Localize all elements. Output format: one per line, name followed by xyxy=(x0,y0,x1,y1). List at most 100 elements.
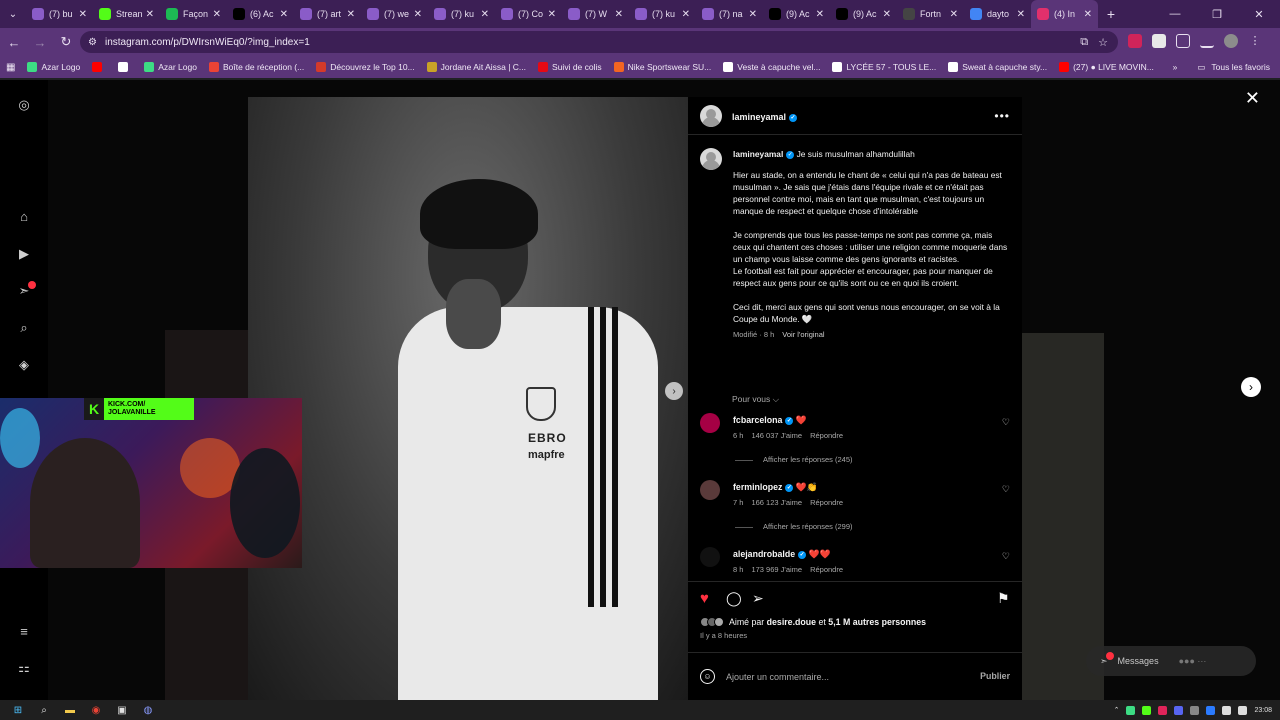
carousel-next-button[interactable]: › xyxy=(665,382,683,400)
messages-button[interactable]: ➣ Messages ●●● ··· xyxy=(1086,646,1256,676)
extension-red-icon[interactable] xyxy=(1128,34,1142,48)
more-apps-icon[interactable]: ⚏ xyxy=(16,660,32,676)
browser-tab[interactable]: Fortn ✕ xyxy=(897,0,964,28)
terminal-icon[interactable]: ▣ xyxy=(114,702,130,718)
comment-likes[interactable]: 166 123 J'aime xyxy=(751,498,802,507)
author-username[interactable]: lamineyamal ✓ xyxy=(732,112,798,122)
tray-app-icon[interactable] xyxy=(1142,705,1152,715)
commenter-username[interactable]: ferminlopez ✓ ❤️👏 xyxy=(733,482,818,493)
close-window-button[interactable]: ✕ xyxy=(1238,0,1280,28)
liked-by-others[interactable]: 5,1 M autres personnes xyxy=(828,617,926,627)
comment-input[interactable] xyxy=(726,669,956,685)
bookmark-item[interactable]: Azar Logo xyxy=(27,62,80,72)
bookmark-item[interactable]: Azar Logo xyxy=(144,62,197,72)
tab-close-icon[interactable]: ✕ xyxy=(280,9,288,20)
bookmark-item[interactable]: Veste à capuche vel... xyxy=(723,62,820,72)
chrome-icon[interactable]: ◉ xyxy=(88,702,104,718)
browser-tab[interactable]: (6) Ac ✕ xyxy=(227,0,294,28)
tab-close-icon[interactable]: ✕ xyxy=(749,9,757,20)
bookmark-item[interactable] xyxy=(92,62,106,72)
publish-button[interactable]: Publier xyxy=(980,671,1010,681)
bookmark-item[interactable]: Sweat à capuche sty... xyxy=(948,62,1047,72)
emoji-icon[interactable]: ☺ xyxy=(700,669,715,684)
apps-grid-icon[interactable]: ▦ xyxy=(6,62,15,73)
comment-like-icon[interactable]: ♡ xyxy=(1002,551,1010,562)
browser-tab[interactable]: (7) na ✕ xyxy=(696,0,763,28)
home-icon[interactable]: ⌂ xyxy=(16,208,32,224)
minimize-button[interactable]: — xyxy=(1154,0,1196,28)
commenter-avatar[interactable] xyxy=(700,413,720,433)
search-icon[interactable]: ⌕ xyxy=(36,702,52,718)
view-replies-button[interactable]: Afficher les réponses (299) xyxy=(735,522,853,531)
tab-close-icon[interactable]: ✕ xyxy=(548,9,556,20)
bookmark-item[interactable] xyxy=(118,62,132,72)
browser-tab[interactable]: (7) ku ✕ xyxy=(428,0,495,28)
tab-close-icon[interactable]: ✕ xyxy=(615,9,623,20)
browser-tab[interactable]: (7) ku ✕ xyxy=(629,0,696,28)
reload-button[interactable]: ↻ xyxy=(54,30,78,54)
reels-icon[interactable]: ▶ xyxy=(16,246,32,262)
liked-by-user[interactable]: desire.doue xyxy=(767,617,816,627)
tab-close-icon[interactable]: ✕ xyxy=(146,9,154,20)
tab-close-icon[interactable]: ✕ xyxy=(347,9,355,20)
caption-username[interactable]: lamineyamal xyxy=(733,149,783,159)
view-replies-button[interactable]: Afficher les réponses (245) xyxy=(735,455,853,464)
tray-app-icon[interactable] xyxy=(1174,705,1184,715)
tab-close-icon[interactable]: ✕ xyxy=(682,9,690,20)
comment-likes[interactable]: 173 969 J'aime xyxy=(751,565,802,574)
bookmark-star-icon[interactable]: ☆ xyxy=(1098,36,1108,49)
bookmark-item[interactable]: Suivi de colis xyxy=(538,62,602,72)
new-tab-button[interactable]: + xyxy=(1098,0,1124,28)
next-post-button[interactable]: › xyxy=(1241,377,1261,397)
close-icon[interactable]: ✕ xyxy=(1245,88,1260,109)
commenter-username[interactable]: alejandrobalde ✓ ❤️❤️ xyxy=(733,549,830,560)
clock[interactable]: 23:08 xyxy=(1254,707,1272,714)
tray-app-icon[interactable] xyxy=(1190,705,1200,715)
reply-button[interactable]: Répondre xyxy=(810,565,843,574)
bookmark-item[interactable]: Jordane Ait Aissa | C... xyxy=(426,62,526,72)
comment-icon[interactable]: ◯ xyxy=(726,590,742,607)
comment-sort-dropdown[interactable]: Pour vous ⌵ xyxy=(732,394,779,405)
reply-button[interactable]: Répondre xyxy=(810,498,843,507)
profile-avatar[interactable] xyxy=(1224,34,1238,48)
tab-close-icon[interactable]: ✕ xyxy=(883,9,891,20)
windows-start-icon[interactable]: ⊞ xyxy=(10,702,26,718)
share-icon[interactable]: ➢ xyxy=(752,590,764,607)
tab-close-icon[interactable]: ✕ xyxy=(1084,9,1092,20)
file-explorer-icon[interactable]: ▬ xyxy=(62,702,78,718)
search-icon[interactable]: ⌕ xyxy=(16,320,32,336)
explore-icon[interactable]: ◈ xyxy=(16,357,32,373)
tab-close-icon[interactable]: ✕ xyxy=(213,9,221,20)
tab-close-icon[interactable]: ✕ xyxy=(414,9,422,20)
browser-tab[interactable]: dayto ✕ xyxy=(964,0,1031,28)
bookmark-item[interactable]: Nike Sportswear SU... xyxy=(613,62,711,72)
install-app-icon[interactable]: ⧉ xyxy=(1080,36,1088,49)
bookmark-item[interactable]: Boîte de réception (... xyxy=(208,62,304,72)
browser-tab[interactable]: (7) bu ✕ xyxy=(26,0,93,28)
comment-like-icon[interactable]: ♡ xyxy=(1002,484,1010,495)
commenter-avatar[interactable] xyxy=(700,547,720,567)
tray-chevron-icon[interactable]: ⌃ xyxy=(1114,706,1120,714)
menu-kebab-icon[interactable]: ⋮ xyxy=(1248,34,1262,48)
browser-tab[interactable]: (7) we ✕ xyxy=(361,0,428,28)
extension-white-icon[interactable] xyxy=(1152,34,1166,48)
instagram-logo-icon[interactable]: ◎ xyxy=(16,97,32,113)
bookmark-item[interactable]: Découvrez le Top 10... xyxy=(316,62,415,72)
puzzle-icon[interactable] xyxy=(1176,34,1190,48)
browser-tab[interactable]: Strean ✕ xyxy=(93,0,160,28)
browser-tab[interactable]: (7) art ✕ xyxy=(294,0,361,28)
volume-icon[interactable] xyxy=(1238,705,1248,715)
reply-button[interactable]: Répondre xyxy=(810,431,843,440)
browser-tab[interactable]: (9) Ac ✕ xyxy=(763,0,830,28)
forward-button[interactable]: → xyxy=(28,30,52,54)
save-bookmark-icon[interactable]: ⚑ xyxy=(997,590,1010,607)
tab-close-icon[interactable]: ✕ xyxy=(816,9,824,20)
bookmark-item[interactable]: (27) ● LIVE MOVIN... xyxy=(1059,62,1154,72)
like-heart-icon[interactable]: ♥ xyxy=(700,590,709,607)
address-bar[interactable]: ⚙ instagram.com/p/DWIrsnWiEq0/?img_index… xyxy=(80,31,1118,53)
back-button[interactable]: ← xyxy=(2,30,26,54)
see-original-link[interactable]: Voir l'original xyxy=(782,330,824,339)
browser-tab[interactable]: (9) Ac ✕ xyxy=(830,0,897,28)
tray-app-icon[interactable] xyxy=(1126,705,1136,715)
tab-close-icon[interactable]: ✕ xyxy=(79,9,87,20)
